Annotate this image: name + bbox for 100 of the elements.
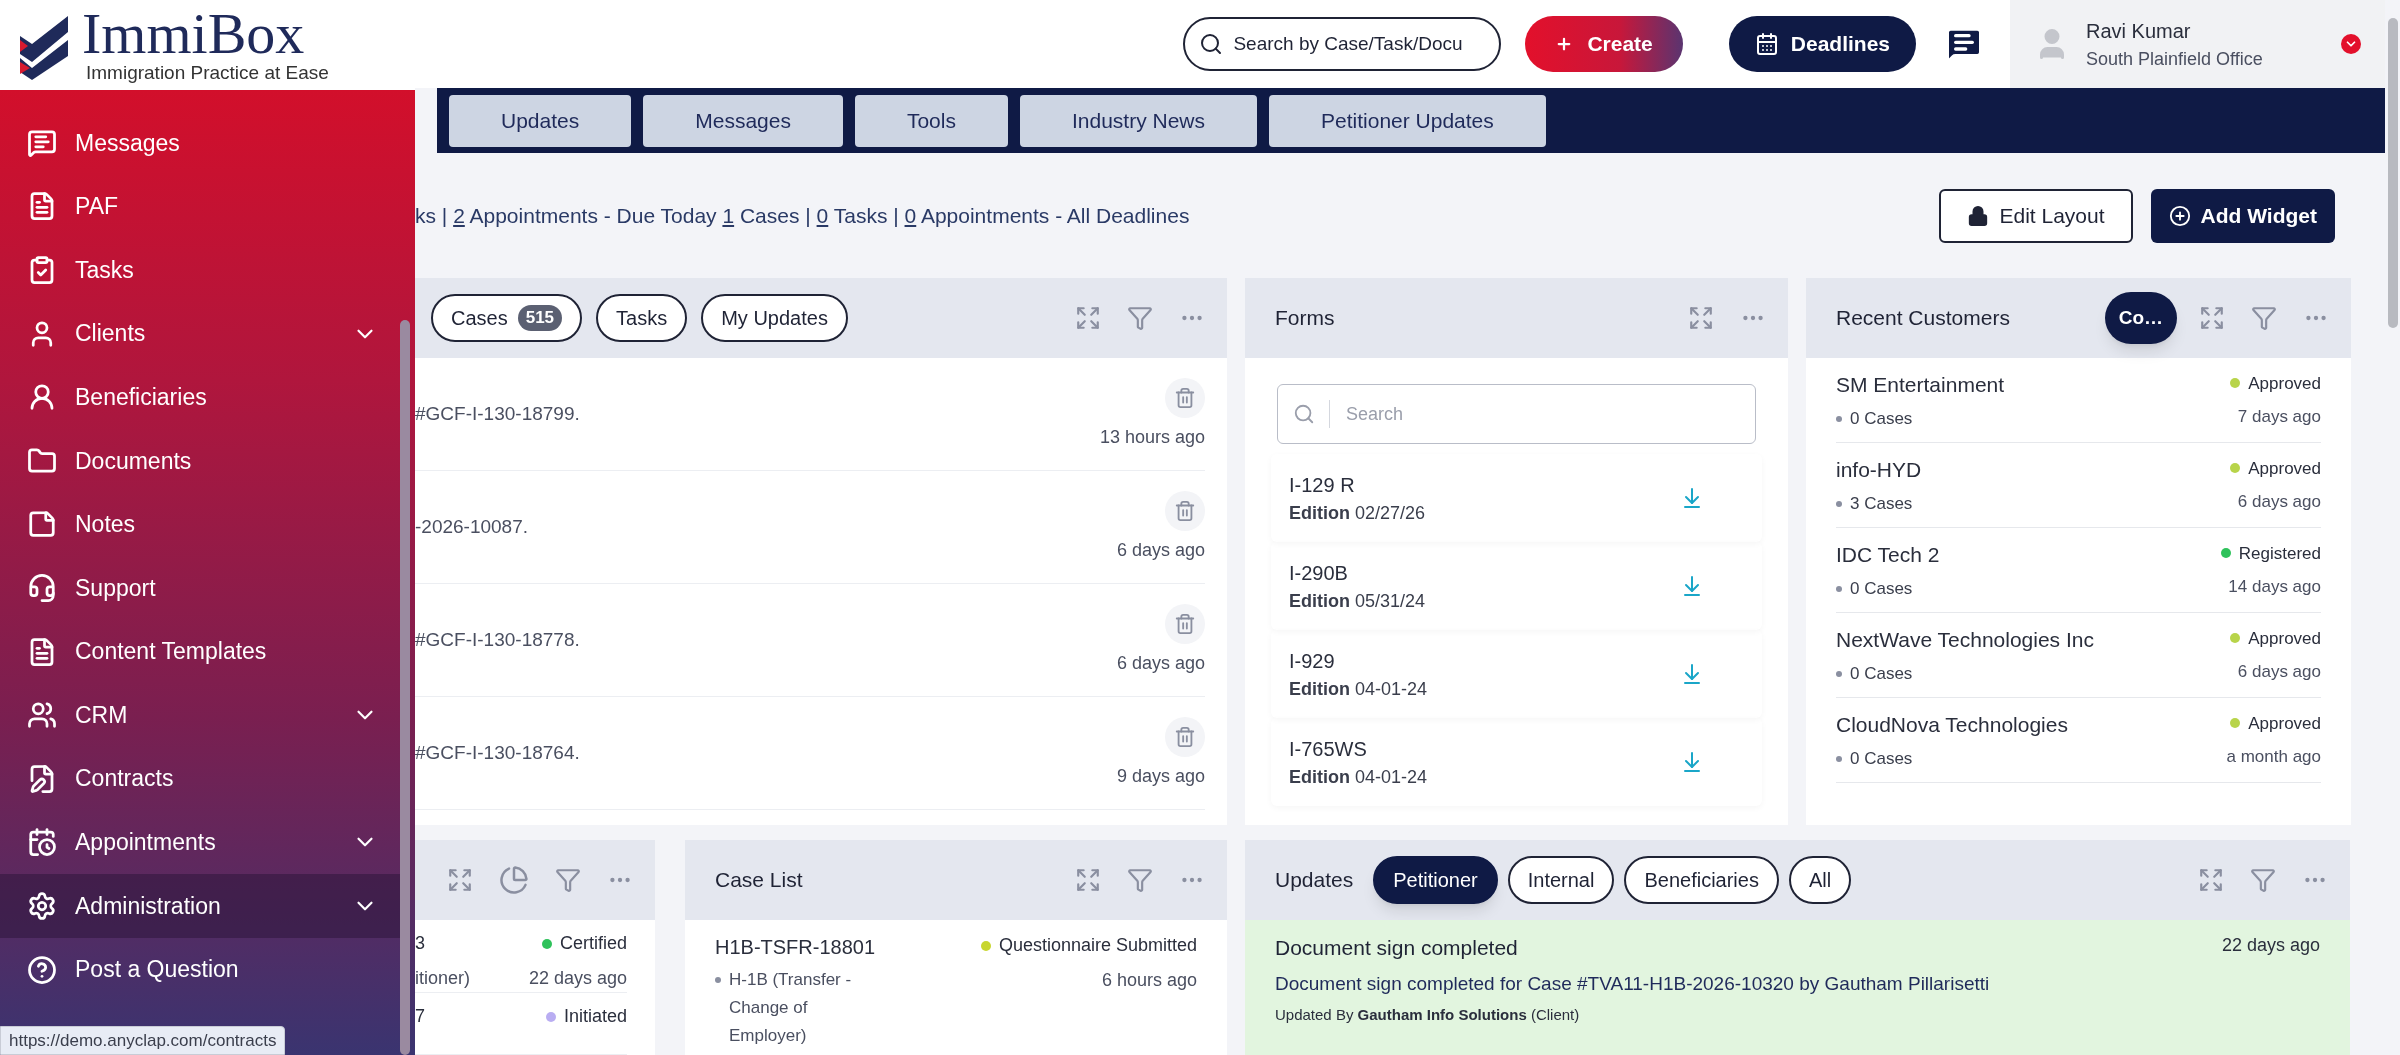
expand-icon[interactable] [2199, 305, 2225, 331]
expand-icon[interactable] [1075, 867, 1101, 893]
customer-name[interactable]: info-HYD [1836, 453, 2231, 485]
case-count: 3 Cases [1850, 493, 1913, 515]
sidebar-item[interactable]: Beneficiaries [0, 365, 400, 429]
search-icon [1293, 403, 1315, 425]
status-text: Approved [2248, 712, 2321, 735]
count-link[interactable]: 1 [722, 203, 735, 227]
filter-tab[interactable]: Beneficiaries [1624, 856, 1779, 904]
widget-title: Recent Customers [1835, 305, 2011, 332]
sidebar-item[interactable]: Tasks [0, 238, 400, 302]
logo-tagline: Immigration Practice at Ease [86, 62, 329, 84]
form-name[interactable]: I-765WS [1289, 733, 1680, 764]
form-name[interactable]: I-929 [1289, 645, 1680, 676]
sidebar-item[interactable]: Contracts [0, 746, 400, 811]
filter-icon[interactable] [1127, 867, 1153, 893]
filter-tab[interactable]: My Updates [701, 294, 848, 342]
status-text: Approved [2248, 457, 2321, 480]
nav-tab[interactable]: Industry News [1019, 94, 1257, 147]
user-name: Ravi Kumar [2086, 18, 2192, 44]
updated-by-text: Updated By Gautham Info Solutions (Client) [1275, 1005, 1581, 1025]
nav-tab[interactable]: Petitioner Updates [1269, 94, 1546, 147]
filter-tab[interactable]: Petitioner [1373, 856, 1498, 904]
deadline-summary: ks | 2 Appointments - Due Today 1 Cases | 0 Tasks | 0 Appointments - All Deadlines [415, 202, 1191, 229]
trash-icon [1174, 386, 1196, 409]
user-office: South Plainfield Office [2086, 47, 2264, 71]
nav-tab[interactable]: Updates [449, 94, 632, 147]
filter-tab[interactable]: Tasks [596, 294, 688, 342]
nav-tab[interactable]: Messages [643, 94, 843, 147]
calendar-icon [1754, 32, 1779, 56]
sidebar-item[interactable]: PAF [0, 174, 400, 239]
sidebar-item[interactable]: Appointments [0, 810, 400, 875]
filter-tab[interactable]: Internal [1507, 856, 1615, 904]
note-icon [27, 509, 57, 540]
scrollbar[interactable] [2388, 18, 2398, 328]
delete-button[interactable] [1165, 377, 1205, 418]
widget-title: Case List [714, 867, 804, 894]
expand-icon[interactable] [447, 867, 473, 893]
time-text: 22 days ago [2221, 934, 2320, 957]
delete-button[interactable] [1165, 490, 1205, 531]
pie-chart-icon[interactable] [499, 865, 529, 895]
widget-title: Updates [1274, 867, 1355, 894]
scrollbar[interactable] [400, 320, 410, 1055]
filter-tab[interactable]: Cases 515 [431, 294, 583, 342]
sidebar-item[interactable]: Post a Question [0, 937, 400, 1002]
filter-icon[interactable] [2251, 305, 2277, 331]
toggle-button[interactable]: Co… [2104, 292, 2177, 344]
search-field[interactable]: Search [1277, 384, 1756, 444]
delete-button[interactable] [1165, 716, 1205, 757]
sidebar-item[interactable]: CRM [0, 683, 400, 747]
settings-icon [27, 890, 57, 921]
case-count: 0 Cases [1850, 663, 1913, 685]
filter-tab[interactable]: All [1788, 856, 1852, 904]
expand-icon[interactable] [2198, 867, 2224, 893]
edit-layout-button[interactable]: Edit Layout [1939, 188, 2133, 243]
form-edition: Edition 05/31/24 [1289, 589, 1427, 613]
sidebar-item[interactable]: Messages [0, 111, 400, 175]
sidebar-item[interactable]: Content Templates [0, 619, 400, 684]
customer-name[interactable]: NextWave Technologies Inc [1836, 623, 2231, 655]
case-count: 0 Cases [1850, 748, 1913, 770]
nav-tab[interactable]: Tools [854, 94, 1008, 147]
row-subtitle: itioner) [415, 967, 472, 990]
sidebar-item[interactable]: Notes [0, 492, 400, 557]
filter-icon[interactable] [1127, 305, 1153, 331]
customer-name[interactable]: SM Entertainment [1836, 368, 2231, 400]
row-title: 7 [415, 1005, 426, 1028]
deadlines-button[interactable]: Deadlines [1728, 16, 1916, 72]
calendar-icon [27, 827, 57, 858]
create-button[interactable]: Create [1525, 16, 1683, 72]
count-link[interactable]: 2 [453, 203, 465, 227]
add-widget-button[interactable]: Add Widget [2150, 188, 2335, 243]
widget-title: Forms [1274, 305, 1336, 332]
case-id[interactable]: H1B-TSFR-18801 [715, 932, 981, 962]
message-icon [27, 127, 57, 158]
time-text: 6 days ago [2237, 491, 2321, 513]
sidebar-item[interactable]: Documents [0, 428, 400, 493]
update-text: #GCF-I-130-18778. [415, 627, 581, 652]
people-icon [27, 700, 57, 731]
sidebar-item[interactable]: Administration [0, 874, 400, 938]
count-link[interactable]: 0 [816, 203, 829, 227]
customer-name[interactable]: IDC Tech 2 [1836, 538, 2221, 570]
sidebar-item[interactable]: Support [0, 556, 400, 620]
time-text: a month ago [2226, 746, 2321, 768]
delete-button[interactable] [1165, 603, 1205, 644]
dropdown-icon[interactable] [2341, 34, 2361, 54]
user-panel[interactable]: Ravi Kumar South Plainfield Office [2010, 0, 2385, 88]
form-name[interactable]: I-129 R [1289, 469, 1680, 500]
filter-icon[interactable] [555, 867, 581, 893]
customer-name[interactable]: CloudNova Technologies [1836, 708, 2227, 740]
search-field[interactable]: Search by Case/Task/Docu [1183, 17, 1502, 71]
expand-icon[interactable] [1075, 305, 1101, 331]
status-text: Approved [2248, 372, 2321, 395]
expand-icon[interactable] [1688, 305, 1714, 331]
form-name[interactable]: I-290B [1289, 557, 1680, 588]
update-text: -2026-10087. [415, 514, 530, 539]
form-edition: Edition 04-01-24 [1289, 765, 1429, 789]
filter-icon[interactable] [2250, 867, 2276, 893]
sidebar-item[interactable]: Clients [0, 301, 400, 366]
count-link[interactable]: 0 [904, 203, 917, 227]
update-title: Document sign completed [1275, 935, 1519, 961]
